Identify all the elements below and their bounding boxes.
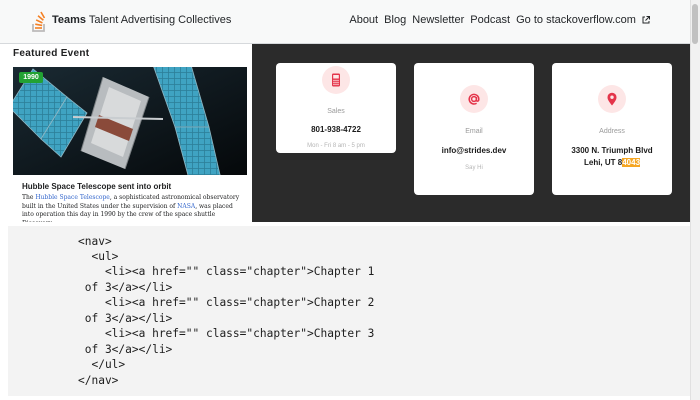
- address-icon-circle: [598, 85, 626, 113]
- nav-blog-link[interactable]: Blog: [384, 14, 406, 26]
- nav-podcast-link[interactable]: Podcast: [470, 14, 510, 26]
- zip-highlight: 4043: [622, 158, 641, 167]
- event-description: The Hubble Space Telescope, a sophistica…: [22, 194, 244, 222]
- nasa-link[interactable]: NASA: [177, 203, 195, 210]
- nav-newsletter-link[interactable]: Newsletter: [412, 14, 464, 26]
- code-line: of 3</a></li>: [78, 312, 173, 325]
- code-line: <li><a href="" class="chapter">Chapter 3: [78, 327, 375, 340]
- code-section: <nav> <ul> <li><a href="" class="chapter…: [0, 222, 690, 400]
- location-pin-icon: [607, 92, 617, 106]
- email-say-hi: Say Hi: [465, 165, 483, 171]
- event-headline[interactable]: Hubble Space Telescope sent into orbit: [22, 182, 171, 191]
- sales-label: Sales: [327, 108, 345, 115]
- email-label: Email: [465, 128, 483, 135]
- sales-hours: Mon - Fri 8 am - 5 pm: [307, 143, 365, 149]
- code-line: <li><a href="" class="chapter">Chapter 1: [78, 265, 375, 278]
- header-nav: About Blog Newsletter Podcast Go to stac…: [346, 14, 650, 26]
- sales-card: Sales 801-938-4722 Mon - Fri 8 am - 5 pm: [276, 63, 396, 153]
- code-line: </ul>: [78, 358, 126, 371]
- address-label: Address: [599, 128, 625, 135]
- brand-products-link[interactable]: Talent Advertising Collectives: [89, 14, 231, 26]
- scrollbar-track[interactable]: [690, 0, 700, 400]
- code-line: <li><a href="" class="chapter">Chapter 2: [78, 296, 375, 309]
- address-line-1: 3300 N. Triumph Blvd: [571, 146, 653, 155]
- nav-about-link[interactable]: About: [349, 14, 378, 26]
- featured-event-panel: Featured Event 1990 Hubble Space Telesco…: [0, 44, 252, 222]
- address-line-2-prefix: Lehi, UT 8: [583, 158, 623, 167]
- brand-teams-link[interactable]: Teams: [52, 14, 86, 26]
- address-card: Address 3300 N. Triumph Blvd Lehi, UT 84…: [552, 63, 672, 195]
- email-card: Email info@strides.dev Say Hi: [414, 63, 534, 195]
- scrollbar-thumb[interactable]: [692, 4, 698, 44]
- phone-icon: [332, 73, 340, 87]
- year-badge: 1990: [19, 72, 43, 83]
- top-navigation-bar: Teams Talent Advertising Collectives Abo…: [0, 0, 690, 44]
- sales-icon-circle: [322, 66, 350, 94]
- code-line: of 3</a></li>: [78, 343, 173, 356]
- external-link-icon: [642, 16, 650, 24]
- contact-panel: Sales 801-938-4722 Mon - Fri 8 am - 5 pm…: [252, 44, 690, 222]
- nav-go-to-stackoverflow-link[interactable]: Go to stackoverflow.com: [516, 14, 636, 26]
- code-line: <ul>: [78, 250, 119, 263]
- address-line-2: Lehi, UT 84043: [552, 157, 672, 168]
- hubble-telescope-image[interactable]: [13, 67, 247, 175]
- email-address[interactable]: info@strides.dev: [414, 145, 534, 156]
- event-text-prefix: The: [22, 194, 36, 201]
- stack-overflow-logo-icon[interactable]: [32, 9, 46, 33]
- code-line: <nav>: [78, 235, 112, 248]
- at-icon: [468, 93, 480, 105]
- code-block: <nav> <ul> <li><a href="" class="chapter…: [8, 226, 690, 396]
- featured-event-heading: Featured Event: [13, 48, 90, 59]
- hubble-link[interactable]: Hubble Space Telescope: [35, 194, 110, 201]
- sales-phone-number[interactable]: 801-938-4722: [276, 124, 396, 135]
- brand-links: Teams Talent Advertising Collectives: [52, 14, 231, 26]
- code-line: </nav>: [78, 374, 119, 387]
- email-icon-circle: [460, 85, 488, 113]
- code-line: of 3</a></li>: [78, 281, 173, 294]
